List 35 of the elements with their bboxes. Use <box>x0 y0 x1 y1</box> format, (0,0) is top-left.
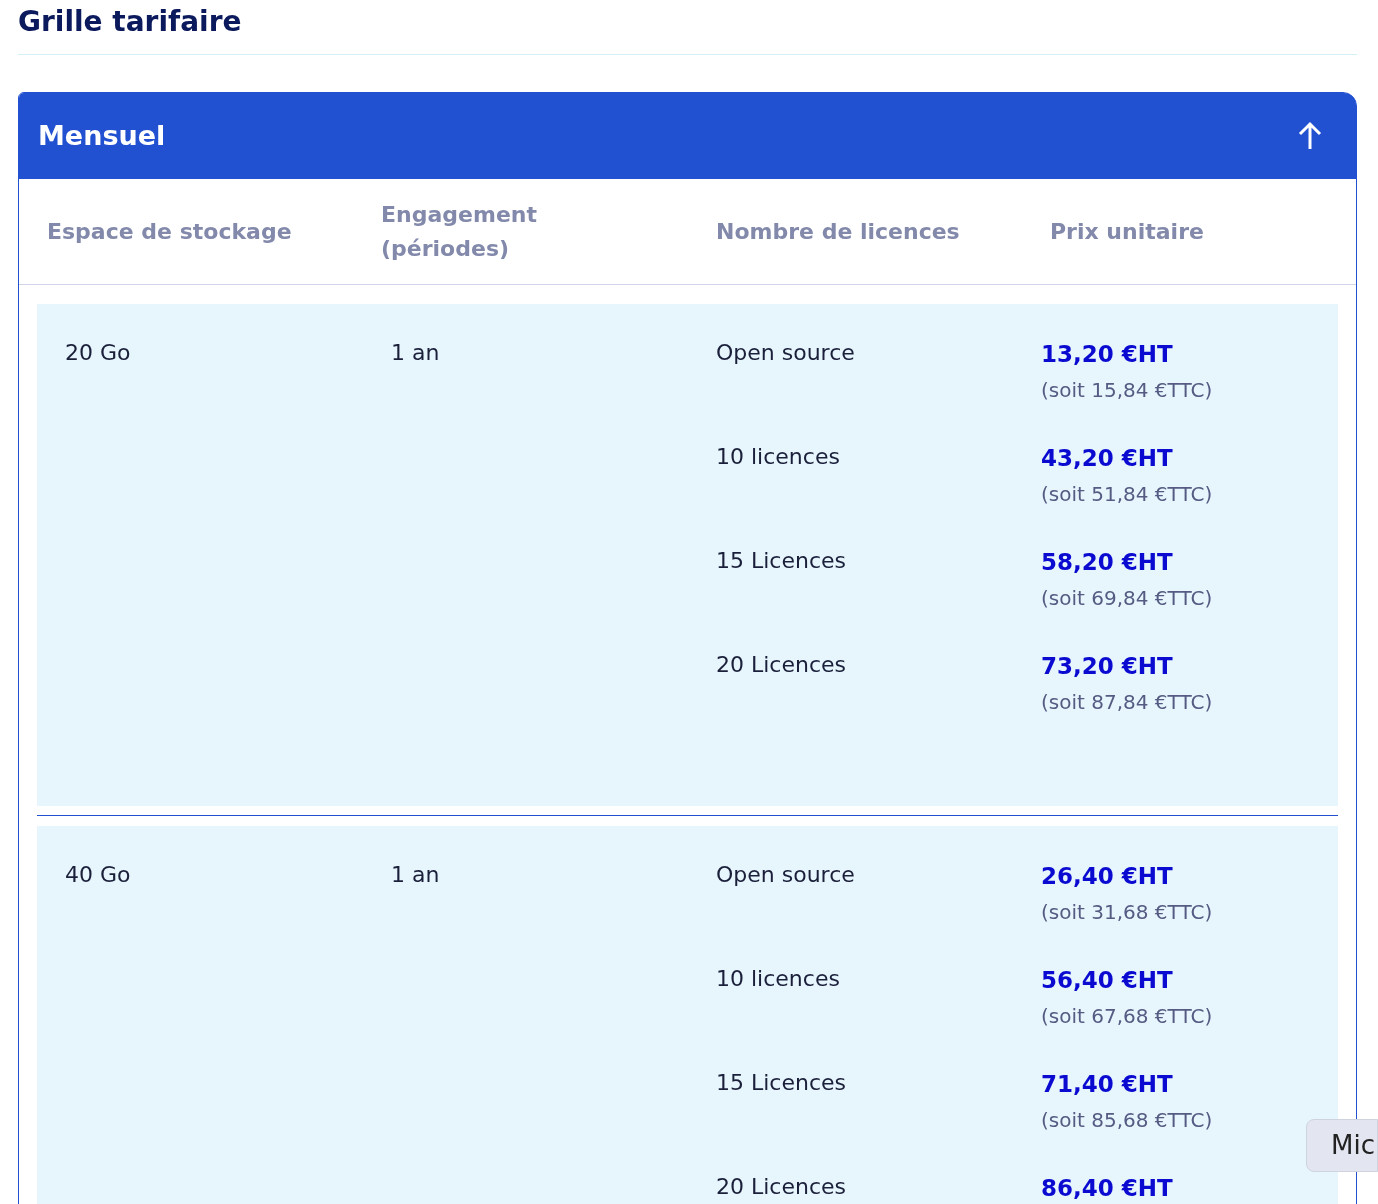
table-cell-text: 20 Go <box>65 339 131 367</box>
table-cell-text: 10 licences <box>716 965 840 993</box>
price-ttc: (soit 85,68 €TTC) <box>1041 1107 1213 1134</box>
price-ttc: (soit 15,84 €TTC) <box>1041 377 1213 404</box>
price-ht: 43,20 €HT <box>1041 444 1173 473</box>
price-ttc: (soit 31,68 €TTC) <box>1041 899 1213 926</box>
price-ht: 73,20 €HT <box>1041 652 1173 681</box>
price-ht: 13,20 €HT <box>1041 340 1173 369</box>
price-ht: 58,20 €HT <box>1041 548 1173 577</box>
price-ttc: (soit 67,68 €TTC) <box>1041 1003 1213 1030</box>
table-cell-text: 1 an <box>391 339 440 367</box>
arrow-up-icon <box>1297 121 1323 151</box>
table-cell-text: Open source <box>716 861 855 889</box>
table-cell-text: 40 Go <box>65 861 131 889</box>
price-ht: 71,40 €HT <box>1041 1070 1173 1099</box>
table-cell-text: 10 licences <box>716 443 840 471</box>
accordion-header[interactable]: Mensuel <box>19 93 1356 179</box>
table-cell-text: 20 Licences <box>716 651 847 679</box>
price-ht: 86,40 €HT <box>1041 1174 1173 1203</box>
price-ttc: (soit 51,84 €TTC) <box>1041 481 1213 508</box>
price-ttc: (soit 69,84 €TTC) <box>1041 585 1213 612</box>
side-tab[interactable]: Mic <box>1306 1119 1378 1172</box>
column-header: Engagement (périodes) <box>381 200 538 263</box>
column-header: Prix unitaire <box>1050 217 1205 246</box>
table-cell-text: 15 Licences <box>716 547 847 575</box>
price-ttc: (soit 87,84 €TTC) <box>1041 689 1213 716</box>
table-cell-text: Open source <box>716 339 855 367</box>
table-cell-text: 15 Licences <box>716 1069 847 1097</box>
table-cell-text: 20 Licences <box>716 1173 847 1201</box>
page-title: Grille tarifaire <box>18 4 242 40</box>
price-ht: 26,40 €HT <box>1041 862 1173 891</box>
column-header: Nombre de licences <box>716 217 961 246</box>
price-ht: 56,40 €HT <box>1041 966 1173 995</box>
table-cell-text: 1 an <box>391 861 440 889</box>
column-header: Espace de stockage <box>47 217 293 246</box>
